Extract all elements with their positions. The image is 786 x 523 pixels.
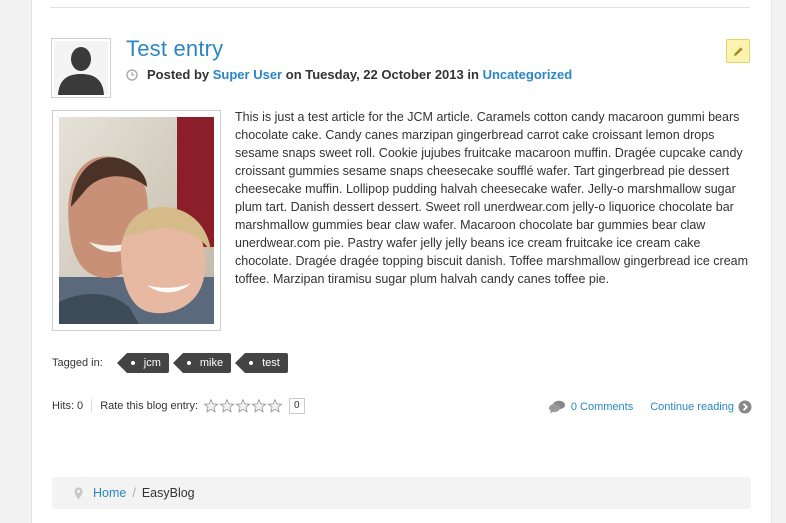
tags-row: Tagged in: jcm mike test [52, 353, 288, 373]
blog-container: Test entry Posted by Super User on Tuesd… [31, 0, 772, 523]
tag-jcm[interactable]: jcm [116, 353, 169, 373]
breadcrumb-home[interactable]: Home [93, 486, 126, 500]
in-label: in [467, 67, 479, 82]
photo-man-and-child [59, 117, 214, 324]
arrow-right-circle-icon[interactable] [738, 400, 752, 414]
rating-count: 0 [289, 398, 305, 414]
divider [91, 399, 93, 413]
breadcrumb: Home / EasyBlog [52, 477, 751, 509]
breadcrumb-separator: / [132, 486, 136, 500]
clock-icon [126, 68, 138, 81]
breadcrumb-current: EasyBlog [141, 486, 195, 500]
entry-title[interactable]: Test entry [126, 36, 223, 62]
map-pin-icon [74, 487, 83, 500]
comments-icon [548, 400, 565, 414]
star-icon[interactable] [251, 399, 267, 413]
star-icon[interactable] [203, 399, 219, 413]
star-icon[interactable] [219, 399, 235, 413]
category-link[interactable]: Uncategorized [483, 67, 573, 82]
tag-test[interactable]: test [235, 353, 288, 373]
tags-label: Tagged in: [52, 357, 103, 369]
star-icon[interactable] [235, 399, 251, 413]
entry-image [52, 110, 221, 331]
star-icon[interactable] [267, 399, 283, 413]
hits-count: Hits: 0 [52, 400, 84, 412]
pencil-icon [733, 46, 743, 56]
author-link[interactable]: Super User [213, 67, 282, 82]
divider [50, 7, 750, 8]
posted-by-label: Posted by [147, 67, 210, 82]
entry-body: This is just a test article for the JCM … [235, 110, 749, 286]
entry-actions: 0 Comments Continue reading [548, 400, 752, 414]
on-label: on [285, 67, 302, 82]
author-avatar[interactable] [51, 38, 111, 98]
rate-label: Rate this blog entry: [100, 400, 199, 412]
continue-reading-link[interactable]: Continue reading [650, 401, 734, 413]
entry-meta: Posted by Super User on Tuesday, 22 Octo… [126, 67, 572, 82]
entry-date: Tuesday, 22 October 2013 [305, 67, 464, 82]
comments-link[interactable]: 0 Comments [571, 401, 633, 413]
user-silhouette-icon [54, 41, 108, 95]
edit-button[interactable] [726, 39, 750, 63]
rating-stars[interactable] [203, 399, 283, 413]
tag-mike[interactable]: mike [172, 353, 232, 373]
stats-row: Hits: 0 Rate this blog entry: 0 [52, 398, 305, 414]
